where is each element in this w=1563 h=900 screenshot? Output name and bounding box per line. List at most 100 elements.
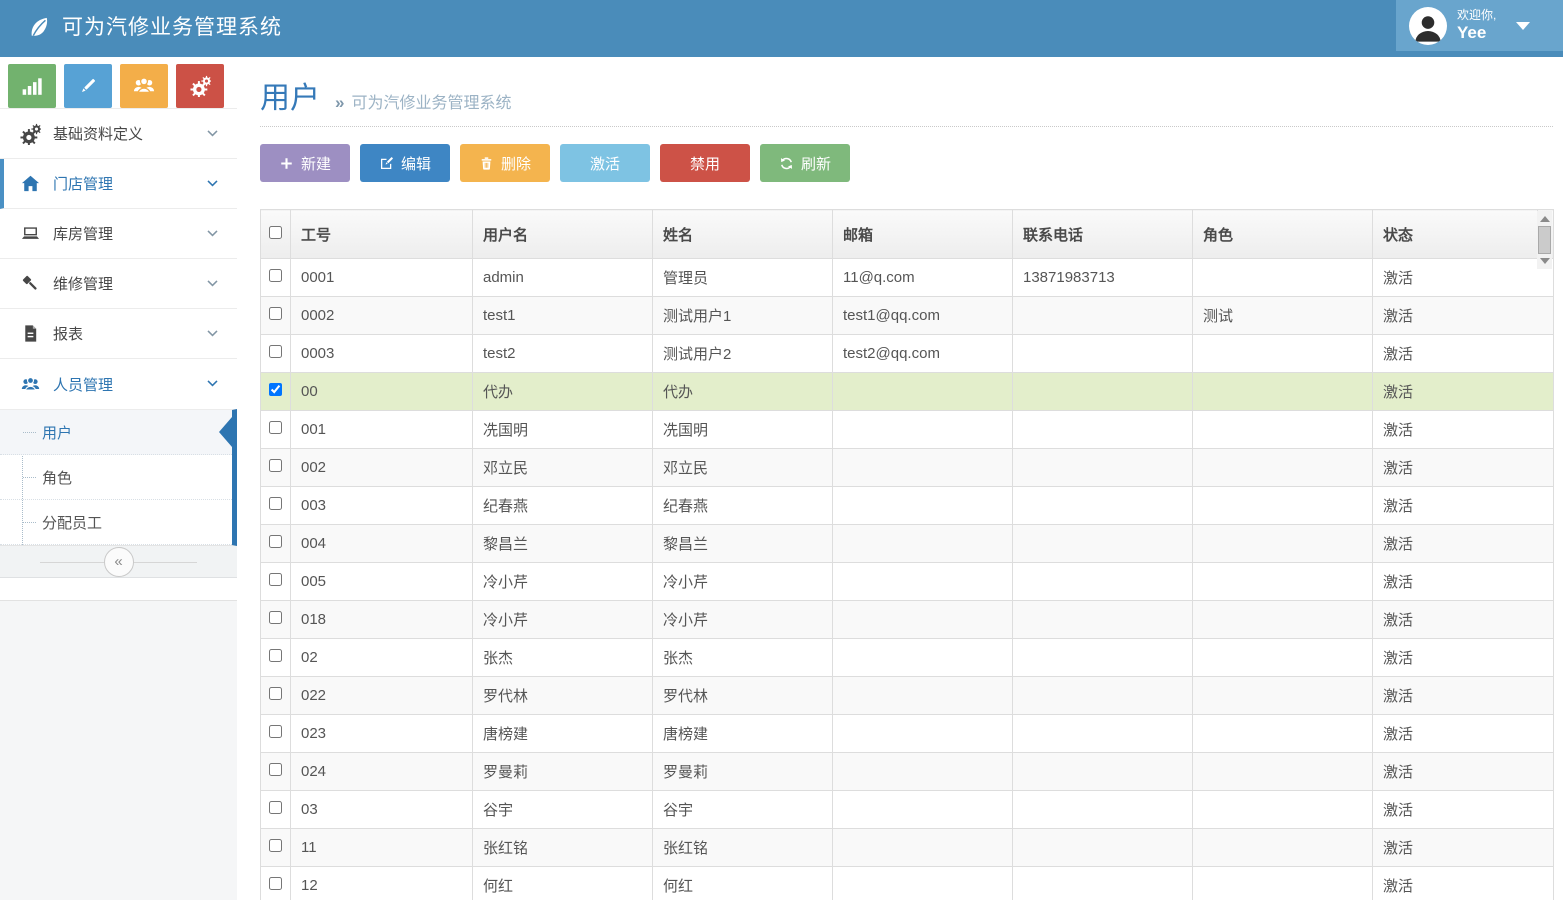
table-row[interactable]: 12何红何红激活 (261, 867, 1554, 900)
menu-item-store-mgmt[interactable]: 门店管理 (0, 159, 237, 209)
column-header-name[interactable]: 姓名 (653, 210, 833, 259)
column-header-email[interactable]: 邮箱 (833, 210, 1013, 259)
pencil-icon (77, 75, 99, 97)
menu-item-warehouse-mgmt[interactable]: 库房管理 (0, 209, 237, 259)
table-row[interactable]: 024罗曼莉罗曼莉激活 (261, 753, 1554, 791)
cell-username: 谷宇 (473, 791, 653, 829)
cell-badge-no: 003 (291, 487, 473, 525)
shortcut-gears[interactable] (176, 64, 224, 108)
cell-role (1193, 335, 1373, 373)
double-chevron-left-icon: « (114, 553, 122, 570)
cell-role (1193, 525, 1373, 563)
table-row[interactable]: 018冷小芹冷小芹激活 (261, 601, 1554, 639)
submenu-item-roles[interactable]: 角色 (0, 455, 232, 500)
row-checkbox[interactable] (269, 877, 282, 890)
trash-icon (479, 156, 494, 171)
row-checkbox[interactable] (269, 801, 282, 814)
welcome-text: 欢迎你, (1457, 9, 1496, 23)
row-checkbox[interactable] (269, 383, 282, 396)
table-row[interactable]: 004黎昌兰黎昌兰激活 (261, 525, 1554, 563)
table-row[interactable]: 0003test2测试用户2test2@qq.com激活 (261, 335, 1554, 373)
table-row[interactable]: 003纪春燕纪春燕激活 (261, 487, 1554, 525)
refresh-button[interactable]: 刷新 (760, 144, 850, 182)
caret-down-icon (1516, 22, 1530, 30)
scroll-up-arrow-icon[interactable] (1540, 216, 1550, 222)
row-checkbox[interactable] (269, 573, 282, 586)
select-all-checkbox-cell (261, 210, 291, 259)
row-checkbox[interactable] (269, 421, 282, 434)
row-checkbox-cell (261, 791, 291, 829)
shortcut-pencil[interactable] (64, 64, 112, 108)
shortcut-bar-chart[interactable] (8, 64, 56, 108)
users-icon (18, 375, 42, 394)
chevron-down-icon (206, 225, 219, 243)
column-header-phone[interactable]: 联系电话 (1013, 210, 1193, 259)
table-row[interactable]: 001冼国明冼国明激活 (261, 411, 1554, 449)
row-checkbox[interactable] (269, 307, 282, 320)
disable-button[interactable]: 禁用 (660, 144, 750, 182)
submenu-item-assign-staff[interactable]: 分配员工 (0, 500, 232, 545)
user-menu[interactable]: 欢迎你, Yee (1396, 0, 1563, 51)
table-row[interactable]: 0001admin管理员11@q.com13871983713激活 (261, 259, 1554, 297)
scrollbar-thumb[interactable] (1538, 226, 1551, 254)
plus-icon (279, 156, 294, 171)
table-row[interactable]: 022罗代林罗代林激活 (261, 677, 1554, 715)
cell-phone (1013, 411, 1193, 449)
cell-phone (1013, 753, 1193, 791)
column-header-username[interactable]: 用户名 (473, 210, 653, 259)
row-checkbox-cell (261, 677, 291, 715)
shortcut-users[interactable] (120, 64, 168, 108)
scroll-down-arrow-icon[interactable] (1540, 258, 1550, 264)
menu-item-personnel-mgmt[interactable]: 人员管理 (0, 359, 237, 409)
row-checkbox-cell (261, 411, 291, 449)
column-header-role[interactable]: 角色 (1193, 210, 1373, 259)
column-header-status[interactable]: 状态 (1373, 210, 1538, 259)
row-checkbox[interactable] (269, 459, 282, 472)
table-row[interactable]: 023唐榜建唐榜建激活 (261, 715, 1554, 753)
row-checkbox[interactable] (269, 345, 282, 358)
select-all-checkbox[interactable] (269, 226, 282, 239)
vertical-scrollbar[interactable] (1537, 211, 1552, 269)
row-checkbox[interactable] (269, 269, 282, 282)
table-row[interactable]: 005冷小芹冷小芹激活 (261, 563, 1554, 601)
cell-role (1193, 753, 1373, 791)
bar-chart-icon (21, 75, 43, 97)
table-row[interactable]: 0002test1测试用户1test1@qq.com测试激活 (261, 297, 1554, 335)
submenu-item-users[interactable]: 用户 (0, 410, 232, 455)
sidebar-filler (0, 600, 237, 900)
row-checkbox[interactable] (269, 763, 282, 776)
row-checkbox[interactable] (269, 687, 282, 700)
row-checkbox[interactable] (269, 649, 282, 662)
cell-phone (1013, 639, 1193, 677)
cell-badge-no: 0001 (291, 259, 473, 297)
cell-email (833, 411, 1013, 449)
cell-name: 罗曼莉 (653, 753, 833, 791)
table-row[interactable]: 00代办代办激活 (261, 373, 1554, 411)
activate-button[interactable]: 激活 (560, 144, 650, 182)
table-row[interactable]: 03谷宇谷宇激活 (261, 791, 1554, 829)
menu-item-repair-mgmt[interactable]: 维修管理 (0, 259, 237, 309)
cell-email (833, 525, 1013, 563)
row-checkbox[interactable] (269, 611, 282, 624)
new-button[interactable]: 新建 (260, 144, 350, 182)
row-checkbox[interactable] (269, 497, 282, 510)
row-checkbox[interactable] (269, 535, 282, 548)
edit-button[interactable]: 编辑 (360, 144, 450, 182)
cell-phone (1013, 715, 1193, 753)
column-header-badge-no[interactable]: 工号 (291, 210, 473, 259)
table-row[interactable]: 002邓立民邓立民激活 (261, 449, 1554, 487)
table-row[interactable]: 11张红铭张红铭激活 (261, 829, 1554, 867)
cell-status: 激活 (1373, 373, 1554, 411)
delete-button[interactable]: 删除 (460, 144, 550, 182)
row-checkbox[interactable] (269, 839, 282, 852)
collapse-sidebar-button[interactable]: « (104, 547, 134, 577)
cell-role (1193, 601, 1373, 639)
cell-phone (1013, 829, 1193, 867)
menu-item-base-data[interactable]: 基础资料定义 (0, 109, 237, 159)
cell-role (1193, 259, 1373, 297)
row-checkbox[interactable] (269, 725, 282, 738)
cell-email (833, 487, 1013, 525)
cell-email: test2@qq.com (833, 335, 1013, 373)
table-row[interactable]: 02张杰张杰激活 (261, 639, 1554, 677)
menu-item-reports[interactable]: 报表 (0, 309, 237, 359)
